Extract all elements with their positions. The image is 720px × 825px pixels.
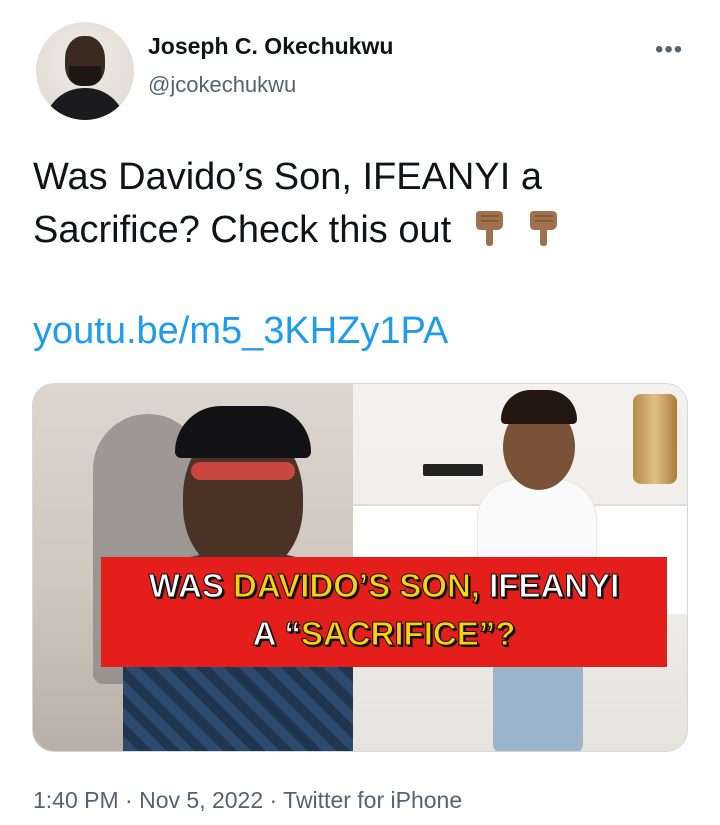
tweet-text: Was Davido’s Son, IFEANYI a Sacrifice? C… xyxy=(33,151,673,257)
photo-kid-hair xyxy=(501,390,577,424)
tweet-source[interactable]: Twitter for iPhone xyxy=(283,787,462,813)
thumbnail-title-banner: WAS DAVIDO’S SON, IFEANYI A “SACRIFICE”? xyxy=(101,557,667,667)
tweet-meta: 1:40 PM · Nov 5, 2022 · Twitter for iPho… xyxy=(33,787,462,814)
banner-text: WAS xyxy=(148,567,234,604)
tweet-date[interactable]: Nov 5, 2022 xyxy=(139,787,263,813)
tweet: Joseph C. Okechukwu @jcokechukwu ••• Was… xyxy=(0,0,720,825)
photo-shelf-box xyxy=(423,464,483,476)
avatar[interactable] xyxy=(36,22,134,120)
meta-separator: · xyxy=(118,787,140,813)
tweet-link[interactable]: youtu.be/m5_3KHZy1PA xyxy=(33,310,448,353)
banner-text: IFEANYI xyxy=(489,567,620,604)
banner-text: A xyxy=(252,615,285,652)
banner-text: DAVIDO’S SON, xyxy=(233,567,490,604)
banner-text: SACRIFICE xyxy=(300,615,479,652)
tweet-time[interactable]: 1:40 PM xyxy=(33,787,119,813)
tweet-text-content: Was Davido’s Son, IFEANYI a Sacrifice? C… xyxy=(33,156,542,251)
media-thumbnail[interactable]: WAS DAVIDO’S SON, IFEANYI A “SACRIFICE”? xyxy=(32,383,688,752)
banner-line-2: A “SACRIFICE”? xyxy=(101,615,667,652)
meta-separator: · xyxy=(263,787,284,813)
author-handle[interactable]: @jcokechukwu xyxy=(148,72,296,98)
avatar-shoulders xyxy=(44,88,126,120)
author-name[interactable]: Joseph C. Okechukwu xyxy=(148,33,393,60)
avatar-beard xyxy=(69,66,101,86)
banner-line-1: WAS DAVIDO’S SON, IFEANYI xyxy=(101,567,667,604)
photo-man-cap xyxy=(175,406,311,458)
banner-text: “ xyxy=(284,615,301,652)
more-horizontal-icon[interactable]: ••• xyxy=(655,38,683,62)
banner-text: ”? xyxy=(478,615,516,652)
pointing-down-emoji-icon xyxy=(526,208,560,246)
photo-man-glasses xyxy=(191,462,295,480)
photo-vase xyxy=(633,394,677,484)
pointing-down-emoji-icon xyxy=(472,208,506,246)
